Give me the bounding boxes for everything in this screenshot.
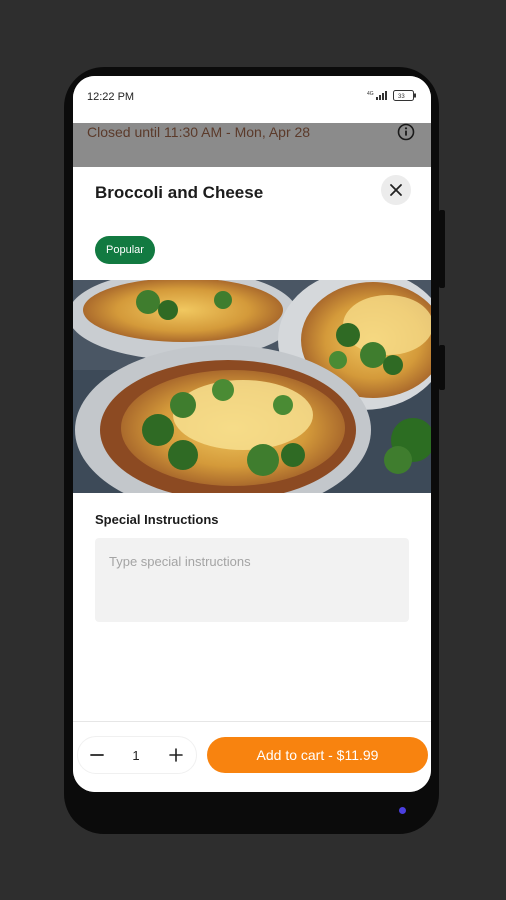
close-button[interactable] [381,175,411,205]
phone-side-button [439,210,445,288]
quantity-value: 1 [132,748,140,763]
popular-badge: Popular [95,236,155,264]
battery-icon: 33 [393,90,416,101]
item-title: Broccoli and Cheese [95,183,264,202]
closed-status-text: Closed until 11:30 AM - Mon, Apr 28 [87,124,311,140]
phone-side-button [439,345,445,390]
food-photo [73,280,431,493]
close-icon [390,184,402,196]
bottom-divider [73,721,431,722]
svg-text:4G: 4G [367,91,374,97]
add-to-cart-button[interactable]: Add to cart - $11.99 [207,737,428,773]
camera-indicator [399,807,406,814]
app-screen: 12:22 PM 4G 33 Closed until 11:30 AM - M… [73,76,431,792]
status-icons: 4G 33 [367,90,417,101]
special-instructions-input[interactable] [95,538,409,622]
battery-level: 33 [398,94,405,100]
plus-icon[interactable] [168,747,184,763]
status-bar: 12:22 PM 4G 33 [73,76,431,122]
special-instructions-label: Special Instructions [95,512,219,527]
info-icon[interactable] [397,123,415,141]
signal-icon: 4G [367,91,387,100]
minus-icon[interactable] [89,747,105,763]
status-time: 12:22 PM [87,91,135,103]
